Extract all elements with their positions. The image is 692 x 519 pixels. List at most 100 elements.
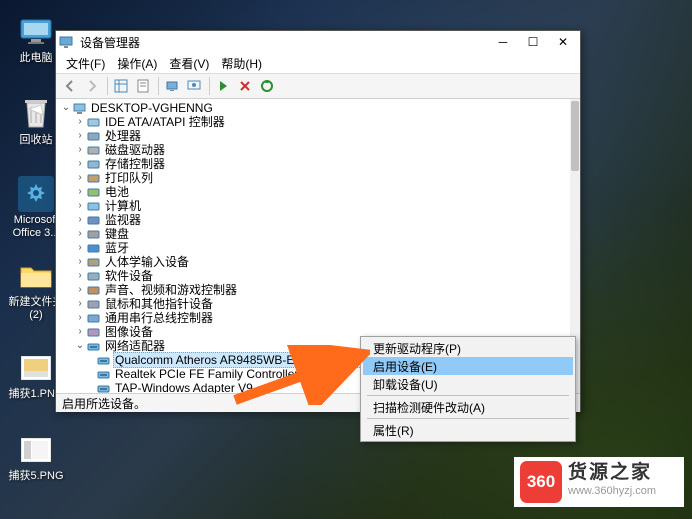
category-icon — [86, 199, 100, 213]
expand-icon[interactable]: › — [74, 269, 86, 283]
forward-button[interactable] — [82, 76, 102, 96]
expand-icon[interactable]: › — [74, 283, 86, 297]
expand-icon[interactable]: › — [74, 241, 86, 255]
expand-icon[interactable]: › — [74, 255, 86, 269]
context-menu-item[interactable]: 扫描检测硬件改动(A) — [363, 398, 573, 416]
titlebar[interactable]: 设备管理器 ─ ☐ ✕ — [56, 31, 580, 53]
category-icon — [86, 241, 100, 255]
tree-category[interactable]: › 蓝牙 — [56, 241, 570, 255]
category-icon — [86, 311, 100, 325]
node-label: 网络适配器 — [103, 339, 167, 353]
expand-icon[interactable]: › — [74, 171, 86, 185]
update-driver-button[interactable] — [257, 76, 277, 96]
scan-hardware-button[interactable] — [162, 76, 182, 96]
show-hide-tree-button[interactable] — [111, 76, 131, 96]
tree-category[interactable]: ›处理器 — [56, 129, 570, 143]
menu-separator — [367, 395, 569, 396]
category-icon — [86, 297, 100, 311]
network-adapter-icon — [96, 367, 110, 381]
category-icon — [86, 143, 100, 157]
node-label: 监视器 — [103, 213, 143, 227]
context-menu-item[interactable]: 启用设备(E) — [363, 357, 573, 375]
tree-category[interactable]: › 电池 — [56, 185, 570, 199]
node-label: Realtek PCIe FE Family Controller — [113, 367, 300, 381]
back-button[interactable] — [60, 76, 80, 96]
category-icon — [86, 185, 100, 199]
node-label: 电池 — [103, 185, 131, 199]
menu-view[interactable]: 查看(V) — [163, 53, 215, 74]
minimize-button[interactable]: ─ — [488, 32, 518, 52]
folder-icon — [18, 258, 54, 294]
watermark-logo: 360 — [520, 461, 562, 503]
computer-icon — [72, 101, 86, 115]
expand-icon[interactable]: › — [74, 143, 86, 157]
expand-icon[interactable]: › — [74, 297, 86, 311]
category-icon — [86, 171, 100, 185]
category-icon — [86, 269, 100, 283]
enable-button[interactable] — [213, 76, 233, 96]
category-icon — [86, 283, 100, 297]
tree-category[interactable]: ›键盘 — [56, 227, 570, 241]
device-properties-button[interactable] — [184, 76, 204, 96]
image-file-icon — [18, 350, 54, 386]
maximize-button[interactable]: ☐ — [518, 32, 548, 52]
category-icon — [86, 325, 100, 339]
tree-category[interactable]: ›通用串行总线控制器 — [56, 311, 570, 325]
expand-icon[interactable]: › — [74, 185, 86, 199]
context-menu-item[interactable]: 属性(R) — [363, 421, 573, 439]
node-label: 存储控制器 — [103, 157, 167, 171]
tree-category[interactable]: ›软件设备 — [56, 269, 570, 283]
context-menu-item[interactable]: 更新驱动程序(P) — [363, 339, 573, 357]
menu-help[interactable]: 帮助(H) — [215, 53, 268, 74]
icon-label: 捕获5.PNG — [6, 470, 66, 483]
node-label: 人体学输入设备 — [103, 255, 191, 269]
node-label: IDE ATA/ATAPI 控制器 — [103, 115, 227, 129]
scrollbar-thumb[interactable] — [571, 101, 579, 171]
network-adapter-icon — [96, 381, 110, 393]
tree-category[interactable]: › 打印队列 — [56, 171, 570, 185]
desktop-icon-capture5[interactable]: 捕获5.PNG — [6, 432, 66, 483]
expand-icon[interactable]: › — [74, 115, 86, 129]
context-menu-item[interactable]: 卸载设备(U) — [363, 375, 573, 393]
context-menu: 更新驱动程序(P)启用设备(E)卸载设备(U) 扫描检测硬件改动(A) 属性(R) — [360, 336, 576, 442]
node-label: 鼠标和其他指针设备 — [103, 297, 215, 311]
tree-category[interactable]: › 存储控制器 — [56, 157, 570, 171]
menu-separator — [367, 418, 569, 419]
menu-action[interactable]: 操作(A) — [111, 53, 163, 74]
expand-icon[interactable]: › — [74, 199, 86, 213]
properties-button[interactable] — [133, 76, 153, 96]
node-label: DESKTOP-VGHENNG — [89, 101, 215, 115]
expand-icon[interactable]: › — [74, 325, 86, 339]
tree-category[interactable]: ›磁盘驱动器 — [56, 143, 570, 157]
menu-file[interactable]: 文件(F) — [60, 53, 111, 74]
node-label: 打印队列 — [103, 171, 155, 185]
tree-root[interactable]: ⌄ DESKTOP-VGHENNG — [56, 101, 570, 115]
menubar: 文件(F) 操作(A) 查看(V) 帮助(H) — [56, 53, 580, 74]
collapse-icon[interactable]: ⌄ — [74, 339, 86, 353]
window-title: 设备管理器 — [80, 34, 488, 51]
node-label: 蓝牙 — [103, 241, 131, 255]
toolbar-separator — [209, 77, 210, 95]
tree-category[interactable]: ›声音、视频和游戏控制器 — [56, 283, 570, 297]
tree-category[interactable]: › 人体学输入设备 — [56, 255, 570, 269]
expand-icon[interactable]: › — [74, 213, 86, 227]
expand-icon[interactable]: › — [74, 129, 86, 143]
collapse-icon[interactable]: ⌄ — [60, 101, 72, 115]
expand-icon[interactable]: › — [74, 157, 86, 171]
tree-category[interactable]: › 鼠标和其他指针设备 — [56, 297, 570, 311]
close-button[interactable]: ✕ — [548, 32, 578, 52]
toolbar — [56, 74, 580, 99]
recycle-bin-icon — [18, 96, 54, 132]
tree-category[interactable]: ›计算机 — [56, 199, 570, 213]
category-icon — [86, 129, 100, 143]
tree-category[interactable]: › IDE ATA/ATAPI 控制器 — [56, 115, 570, 129]
expand-icon[interactable]: › — [74, 311, 86, 325]
app-icon — [58, 34, 74, 50]
watermark-text: 货源之家 — [568, 464, 656, 482]
tree-category[interactable]: › 监视器 — [56, 213, 570, 227]
network-adapter-icon — [96, 353, 110, 367]
uninstall-button[interactable] — [235, 76, 255, 96]
category-icon — [86, 213, 100, 227]
status-text: 启用所选设备。 — [62, 395, 146, 412]
expand-icon[interactable]: › — [74, 227, 86, 241]
